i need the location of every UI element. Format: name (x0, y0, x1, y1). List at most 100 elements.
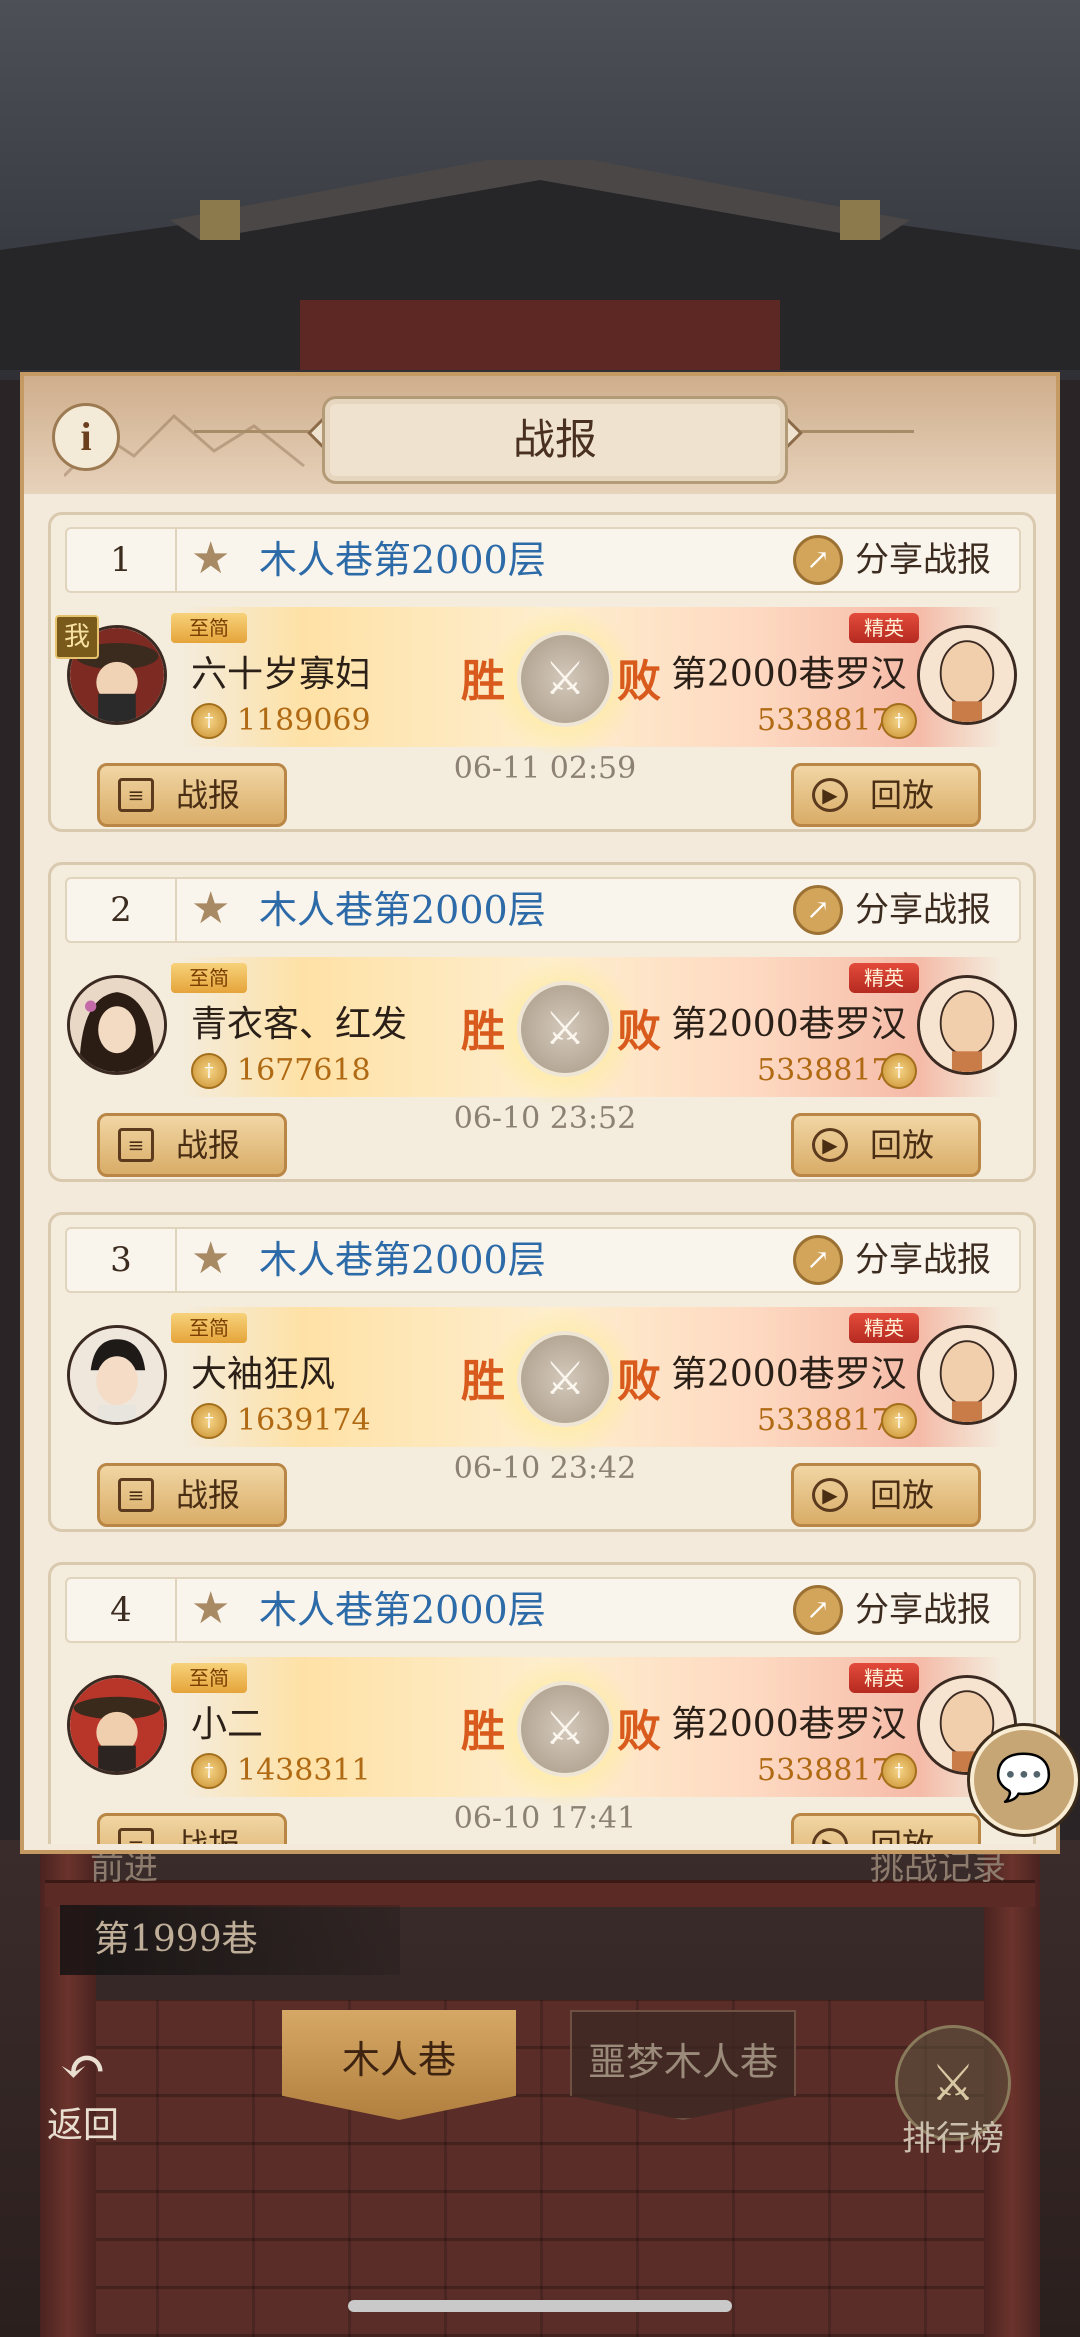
share-label: 分享战报 (855, 1240, 991, 1280)
crossed-swords-icon: ⚔ (517, 1331, 613, 1427)
record-header: 3 ★ 木人巷第2000层 ↗ 分享战报 (65, 1227, 1021, 1293)
coin-icon: † (191, 1053, 227, 1089)
opponent-avatar[interactable] (917, 1325, 1017, 1425)
opponent-name: 第2000巷罗汉 (671, 654, 907, 695)
win-label: 胜 (461, 1356, 505, 1407)
battle-record-list[interactable]: 1 ★ 木人巷第2000层 ↗ 分享战报 我 至简 六十岁寡妇 † 118906… (24, 494, 1056, 1844)
ranking-button[interactable]: ⚔ 排行榜 (888, 2025, 1018, 2165)
brick-wall (60, 2000, 1020, 2337)
lose-label: 败 (617, 1706, 661, 1757)
opponent-power-value: 5338817 (757, 703, 891, 738)
replay-label: 回放 (870, 1816, 934, 1844)
report-button[interactable]: ≡ 战报 (97, 763, 287, 827)
temple-roof (0, 160, 1080, 370)
win-label: 胜 (461, 656, 505, 707)
record-floor-title: 木人巷第2000层 (259, 888, 546, 932)
play-icon: ▶ (812, 1128, 848, 1162)
report-label: 战报 (176, 776, 241, 814)
opponent-name: 第2000巷罗汉 (671, 1704, 907, 1745)
info-icon[interactable]: i (52, 403, 120, 471)
report-button[interactable]: ≡ 战报 (97, 1463, 287, 1527)
back-button[interactable]: ↶ 返回 (28, 2035, 138, 2147)
battle-record-card: 4 ★ 木人巷第2000层 ↗ 分享战报 至简 小二 † 1438311 胜 ⚔… (48, 1562, 1036, 1844)
star-icon: ★ (191, 883, 231, 934)
replay-label: 回放 (870, 1476, 935, 1514)
record-header: 1 ★ 木人巷第2000层 ↗ 分享战报 (65, 527, 1021, 593)
title-ornament-left (194, 430, 324, 433)
star-icon: ★ (191, 533, 231, 584)
report-list-icon: ≡ (118, 1128, 154, 1162)
panel-header: i 战报 (24, 376, 1056, 494)
player-power-value: 1639174 (237, 1403, 371, 1438)
panel-title: 战报 (322, 396, 788, 484)
replay-button[interactable]: ▶ 回放 (791, 1813, 981, 1844)
player-rank-tag: 至简 (171, 1313, 247, 1343)
opponent-avatar[interactable] (917, 625, 1017, 725)
crossed-swords-icon: ⚔ (517, 1681, 613, 1777)
record-header: 2 ★ 木人巷第2000层 ↗ 分享战报 (65, 877, 1021, 943)
report-list-icon: ≡ (118, 1478, 154, 1512)
coin-icon: † (191, 1403, 227, 1439)
home-indicator (348, 2300, 732, 2312)
star-icon: ★ (191, 1583, 231, 1634)
opponent-name: 第2000巷罗汉 (671, 1004, 907, 1045)
opponent-rank-tag: 精英 (849, 613, 919, 643)
replay-button[interactable]: ▶ 回放 (791, 763, 981, 827)
report-list-icon: ≡ (118, 1828, 154, 1844)
battle-record-card: 3 ★ 木人巷第2000层 ↗ 分享战报 至简 大袖狂风 † 1639174 胜… (48, 1212, 1036, 1532)
opponent-power-value: 5338817 (757, 1403, 891, 1438)
record-floor-title: 木人巷第2000层 (259, 1238, 546, 1282)
record-header: 4 ★ 木人巷第2000层 ↗ 分享战报 (65, 1577, 1021, 1643)
win-label: 胜 (461, 1706, 505, 1757)
chat-icon[interactable]: 💬 (970, 1726, 1078, 1834)
opponent-power-value: 5338817 (757, 1053, 891, 1088)
record-index: 2 (67, 879, 177, 941)
coin-icon: † (881, 1053, 917, 1089)
player-rank-tag: 至简 (171, 613, 247, 643)
lose-label: 败 (617, 656, 661, 707)
back-label: 返回 (46, 2105, 119, 2146)
player-power-value: 1189069 (237, 703, 371, 738)
coin-icon: † (881, 1403, 917, 1439)
coin-icon: † (191, 703, 227, 739)
ranking-label: 排行榜 (902, 2119, 1004, 2159)
player-avatar[interactable] (67, 975, 167, 1075)
crossed-swords-icon: ⚔ (517, 981, 613, 1077)
report-button[interactable]: ≡ 战报 (97, 1813, 287, 1844)
play-icon: ▶ (812, 1828, 848, 1844)
report-list-icon: ≡ (118, 778, 154, 812)
share-label: 分享战报 (855, 1590, 991, 1630)
win-label: 胜 (461, 1006, 505, 1057)
me-badge: 我 (55, 615, 99, 659)
player-power-value: 1438311 (237, 1753, 371, 1788)
record-floor-title: 木人巷第2000层 (259, 538, 546, 582)
share-icon: ↗ (793, 1235, 843, 1285)
opponent-name: 第2000巷罗汉 (671, 1354, 907, 1395)
share-icon: ↗ (793, 885, 843, 935)
share-label: 分享战报 (855, 540, 991, 580)
play-icon: ▶ (812, 778, 848, 812)
record-index: 4 (67, 1579, 177, 1641)
player-avatar[interactable] (67, 1325, 167, 1425)
floor-label: 第1999巷 (60, 1905, 400, 1975)
lose-label: 败 (617, 1006, 661, 1057)
opponent-power-value: 5338817 (757, 1753, 891, 1788)
coin-icon: † (881, 703, 917, 739)
battle-record-card: 1 ★ 木人巷第2000层 ↗ 分享战报 我 至简 六十岁寡妇 † 118906… (48, 512, 1036, 832)
share-label: 分享战报 (855, 890, 991, 930)
back-arrow-icon: ↶ (59, 2035, 107, 2100)
battle-report-panel: i 战报 1 ★ 木人巷第2000层 ↗ 分享战报 我 至简 六十岁寡妇 † 1… (20, 372, 1060, 1854)
report-label: 战报 (176, 1476, 241, 1514)
report-button[interactable]: ≡ 战报 (97, 1113, 287, 1177)
opponent-avatar[interactable] (917, 975, 1017, 1075)
record-floor-title: 木人巷第2000层 (259, 1588, 546, 1632)
player-rank-tag: 至简 (171, 963, 247, 993)
replay-button[interactable]: ▶ 回放 (791, 1463, 981, 1527)
player-avatar[interactable] (67, 1675, 167, 1775)
record-index: 3 (67, 1229, 177, 1291)
share-icon: ↗ (793, 1585, 843, 1635)
share-icon: ↗ (793, 535, 843, 585)
lose-label: 败 (617, 1356, 661, 1407)
player-rank-tag: 至简 (171, 1663, 247, 1693)
replay-button[interactable]: ▶ 回放 (791, 1113, 981, 1177)
